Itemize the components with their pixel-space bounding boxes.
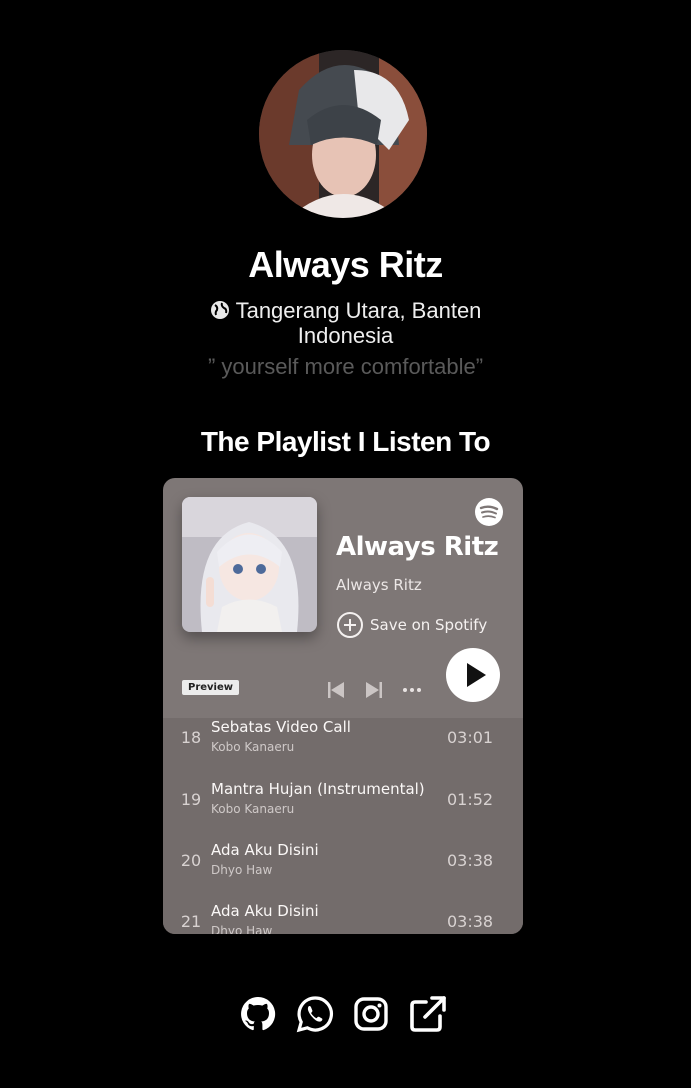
playlist-heading: The Playlist I Listen To: [200, 426, 491, 457]
whatsapp-icon[interactable]: [295, 994, 335, 1034]
track-list[interactable]: 18 Sebatas Video Call Kobo Kanaeru 03:01…: [163, 718, 523, 934]
location-line1: Tangerang Utara, Banten: [235, 298, 482, 323]
track-row[interactable]: 19 Mantra Hujan (Instrumental) Kobo Kana…: [163, 780, 523, 840]
track-row[interactable]: 18 Sebatas Video Call Kobo Kanaeru 03:01: [163, 718, 523, 778]
more-options-icon[interactable]: [401, 680, 423, 700]
track-row[interactable]: 20 Ada Aku Disini Dhyo Haw 03:38: [163, 841, 523, 901]
skip-next-icon[interactable]: [363, 680, 385, 700]
track-duration: 03:38: [447, 851, 494, 870]
track-artist[interactable]: Dhyo Haw: [211, 924, 272, 934]
save-on-spotify-button[interactable]: Save on Spotify: [336, 611, 487, 639]
skip-previous-icon[interactable]: [325, 680, 347, 700]
profile-name: Always Ritz: [248, 244, 443, 285]
add-circle-icon: [337, 612, 363, 638]
external-link-icon[interactable]: [408, 994, 448, 1034]
globe-icon: [210, 300, 230, 320]
track-duration: 03:01: [447, 728, 494, 747]
quote-text: yourself more comfortable: [221, 354, 476, 379]
preview-badge: Preview: [182, 680, 240, 695]
track-title: Ada Aku Disini: [211, 902, 319, 920]
play-icon: [467, 663, 486, 687]
track-title: Mantra Hujan (Instrumental): [211, 780, 425, 798]
track-duration: 01:52: [447, 790, 494, 809]
track-artist[interactable]: Dhyo Haw: [211, 863, 272, 877]
github-icon[interactable]: [238, 994, 278, 1034]
quote-open: ”: [207, 354, 216, 379]
track-duration: 03:38: [447, 912, 494, 931]
track-row[interactable]: 21 Ada Aku Disini Dhyo Haw 03:38: [163, 902, 523, 934]
spotify-logo-icon[interactable]: [475, 498, 503, 526]
quote-close: ”: [475, 354, 484, 379]
save-label: Save on Spotify: [370, 616, 488, 634]
track-title: Ada Aku Disini: [211, 841, 319, 859]
profile-quote: ” yourself more comfortable”: [0, 354, 691, 380]
track-title: Sebatas Video Call: [211, 718, 351, 736]
play-button[interactable]: [446, 648, 500, 702]
profile-location: Tangerang Utara, Banten Indonesia: [195, 298, 496, 348]
track-artist[interactable]: Kobo Kanaeru: [211, 802, 294, 816]
playlist-title[interactable]: Always Ritz: [336, 532, 499, 562]
playlist-owner[interactable]: Always Ritz: [336, 576, 422, 594]
profile-avatar: [259, 50, 427, 218]
location-line2: Indonesia: [297, 323, 394, 348]
instagram-icon[interactable]: [351, 994, 391, 1034]
spotify-playlist-embed[interactable]: Always Ritz Always Ritz Save on Spotify …: [163, 478, 523, 934]
track-artist[interactable]: Kobo Kanaeru: [211, 740, 294, 754]
playlist-cover: [182, 497, 317, 632]
